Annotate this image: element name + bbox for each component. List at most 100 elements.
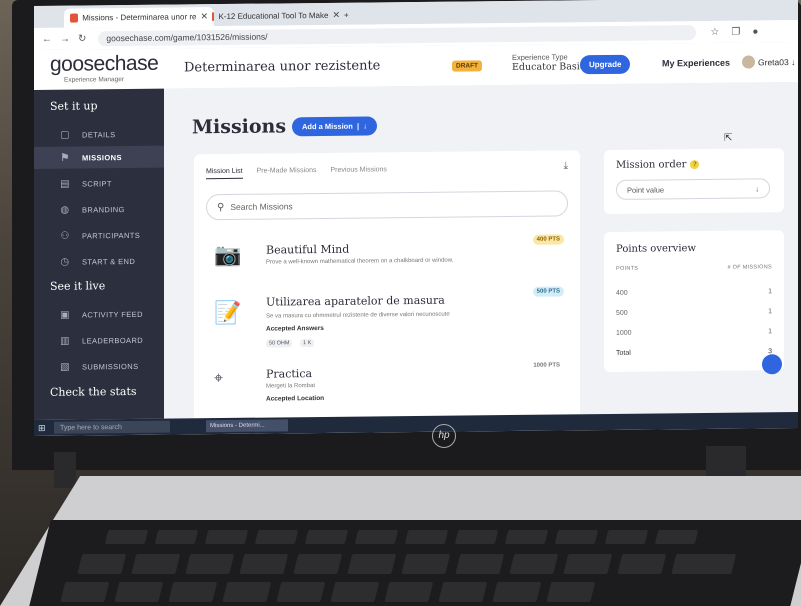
notepad-icon: 📝 <box>214 299 242 326</box>
mission-order-value: Point value <box>627 184 665 195</box>
camera-icon: 📷 <box>214 241 242 268</box>
url-field[interactable]: goosechase.com/game/1031526/missions/ <box>98 24 697 46</box>
mission-order-title-text: Mission order <box>616 159 687 171</box>
mission-order-select[interactable]: Point value ↓ <box>616 178 770 200</box>
keyboard-key <box>384 582 434 602</box>
photo-background: Missions - Determinarea unor re ✕ K-12 E… <box>0 0 801 606</box>
mission-description: Prove a well-known mathematical theorem … <box>266 257 454 266</box>
keyboard-key <box>168 582 218 602</box>
leaderboard-icon: ▥ <box>60 335 70 347</box>
answer-chip: 1 K <box>300 339 315 348</box>
keyboard-key <box>617 554 667 574</box>
sidebar-item-activity-feed[interactable]: ▣ ACTIVITY FEED <box>34 303 164 326</box>
main-content: Missions Add a Mission | ↓ ⇱ Mission Lis… <box>164 81 798 425</box>
taskbar-app-label: Missions - Determi... <box>210 422 265 430</box>
sidebar-item-label: MISSIONS <box>82 152 122 162</box>
image-icon: ▧ <box>60 361 70 373</box>
browser-tab-missions[interactable]: Missions - Determinarea unor re ✕ <box>64 7 214 28</box>
taskbar-search-placeholder: Type here to search <box>60 423 122 432</box>
total-row: Total 3 <box>616 348 772 357</box>
keyboard-key <box>509 554 559 574</box>
row-points: 1000 <box>616 329 632 337</box>
mission-name: Beautiful Mind <box>266 242 350 257</box>
chevron-down-icon: ↓ <box>363 121 368 131</box>
mission-description: Se va masura cu ohmmetrul rezistente de … <box>266 311 450 320</box>
taskbar-chrome-app[interactable]: Missions - Determi... <box>206 419 288 433</box>
chat-button[interactable] <box>762 354 782 375</box>
browser-tab-k12[interactable]: K-12 Educational Tool To Make ✕ <box>206 6 346 26</box>
keyboard-key <box>492 582 542 602</box>
tab-previous-missions[interactable]: Previous Missions <box>331 166 387 178</box>
mission-item[interactable]: 📷 Beautiful Mind Prove a well-known math… <box>206 226 566 290</box>
sidebar-item-script[interactable]: ▤ SCRIPT <box>34 172 164 195</box>
new-tab-button[interactable]: + <box>338 6 366 25</box>
help-icon[interactable]: ? <box>690 160 700 170</box>
sidebar-item-missions[interactable]: ⚑ MISSIONS <box>34 145 164 169</box>
tab-pre-made-missions[interactable]: Pre-Made Missions <box>257 167 317 179</box>
mission-item[interactable]: 📝 Utilizarea aparatelor de masura Se va … <box>206 286 566 370</box>
section-check-stats: Check the stats <box>50 384 137 399</box>
sidebar: Set it up ▢ DETAILS ⚑ MISSIONS ▤ SCRIPT ◍ BR… <box>34 88 164 420</box>
keyboard-key <box>239 554 289 574</box>
palette-icon: ◍ <box>60 204 70 216</box>
sidebar-item-start-end[interactable]: ◷ START & END <box>34 250 164 273</box>
section-see-it-live: See it live <box>50 279 106 293</box>
mission-description: Mergeti la Rombat <box>266 383 316 390</box>
keyboard-key <box>404 530 449 544</box>
total-label: Total <box>616 349 631 357</box>
keyboard-key <box>671 554 737 574</box>
keyboard-key <box>304 530 349 544</box>
sidebar-item-participants[interactable]: ⚇ PARTICIPANTS <box>34 224 164 247</box>
upgrade-button[interactable]: Upgrade <box>580 54 631 75</box>
windows-start-icon[interactable]: ⊞ <box>38 423 46 434</box>
reload-icon[interactable]: ↻ <box>78 33 86 44</box>
sidebar-item-branding[interactable]: ◍ BRANDING <box>34 198 164 221</box>
extensions-icon[interactable]: ❐ <box>731 26 740 37</box>
user-name: Greta03 <box>758 57 789 68</box>
sidebar-item-label: SUBMISSIONS <box>82 361 139 371</box>
star-icon[interactable]: ☆ <box>710 26 719 37</box>
location-icon: ⌖ <box>214 370 224 388</box>
keyboard-key <box>654 530 699 544</box>
forward-icon[interactable]: → <box>60 33 70 44</box>
back-icon[interactable]: ← <box>42 33 52 44</box>
my-experiences-link[interactable]: My Experiences <box>662 58 730 69</box>
points-column-header: POINTS <box>616 265 639 272</box>
sidebar-item-label: LEADERBOARD <box>82 335 144 345</box>
table-row: 500 1 <box>616 308 772 317</box>
sidebar-item-leaderboard[interactable]: ▥ LEADERBOARD <box>34 329 164 352</box>
game-title: Determinarea unor rezistente <box>184 58 381 76</box>
sidebar-item-label: BRANDING <box>82 204 125 214</box>
user-menu[interactable]: Greta03 ↓ <box>758 57 795 67</box>
points-overview-panel: Points overview POINTS # OF MISSIONS 400… <box>604 230 784 373</box>
feed-icon: ▣ <box>60 309 70 321</box>
points-badge: 400 PTS <box>532 234 564 245</box>
download-icon[interactable]: ⤓ <box>564 160 568 171</box>
keyboard-key <box>563 554 613 574</box>
sidebar-item-submissions[interactable]: ▧ SUBMISSIONS <box>34 355 164 378</box>
profile-icon[interactable]: ● <box>752 26 758 37</box>
missions-column-header: # OF MISSIONS <box>727 264 772 271</box>
keyboard-key <box>554 530 599 544</box>
search-input[interactable]: ⚲ Search Missions <box>206 190 568 221</box>
search-placeholder: Search Missions <box>230 201 293 212</box>
row-points: 400 <box>616 289 628 297</box>
goosechase-logo[interactable]: goosechase <box>50 52 158 77</box>
mission-order-title: Mission order? <box>616 159 700 171</box>
keyboard-key <box>546 582 596 602</box>
experience-type-value: Educator Basic <box>512 61 586 73</box>
tab-mission-list[interactable]: Mission List <box>206 167 243 180</box>
sidebar-item-details[interactable]: ▢ DETAILS <box>34 123 164 146</box>
search-icon: ⚲ <box>217 201 225 213</box>
keyboard-key <box>455 554 505 574</box>
avatar[interactable] <box>742 55 755 69</box>
taskbar-search-input[interactable]: Type here to search <box>54 420 170 434</box>
keyboard-key <box>204 530 249 544</box>
row-count: 1 <box>768 328 772 336</box>
keyboard-key <box>222 582 272 602</box>
sidebar-item-label: DETAILS <box>82 129 116 139</box>
keyboard-key <box>254 530 299 544</box>
add-mission-button[interactable]: Add a Mission | ↓ <box>292 116 378 137</box>
page-title: Missions <box>192 115 287 139</box>
laptop-keyboard <box>29 520 801 606</box>
